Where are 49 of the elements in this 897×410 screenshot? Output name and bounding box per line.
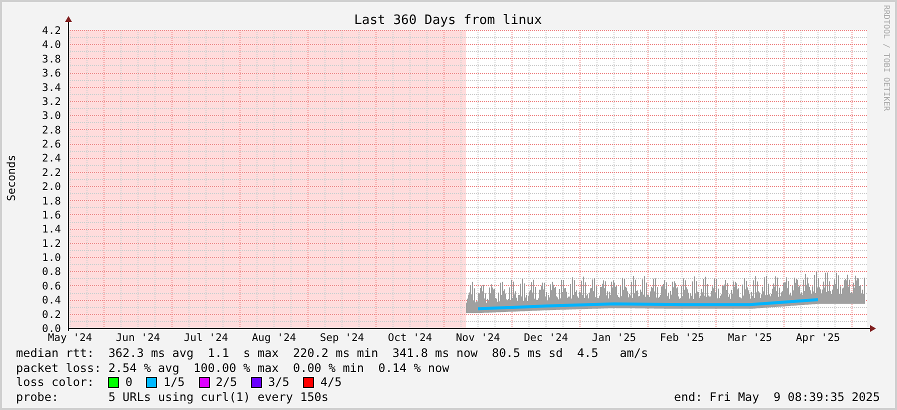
y-tick-label: 1.0 <box>42 252 61 264</box>
y-tick-label: 3.6 <box>42 68 61 80</box>
y-tick-label: 4.0 <box>42 39 61 52</box>
y-tick-label: 3.4 <box>42 82 61 94</box>
legend-label: packet loss: <box>16 360 102 375</box>
y-tick-label: 2.2 <box>42 166 61 179</box>
y-tick-label: 0.8 <box>42 266 61 278</box>
x-tick-label: Aug '24 <box>252 332 296 344</box>
x-tick-label: May '24 <box>48 332 92 344</box>
y-tick-label: 2.4 <box>42 152 61 165</box>
legend-label: 3/5 <box>268 375 290 390</box>
legend-label: 4/5 <box>320 375 342 390</box>
legend-label: 0 <box>125 375 132 390</box>
x-tick-label: Nov '24 <box>456 332 500 344</box>
y-tick-label: 1.8 <box>42 195 61 208</box>
legend-label: loss color: <box>16 375 96 390</box>
x-tick-label: Mar '25 <box>728 332 772 344</box>
y-tick-label: 1.6 <box>42 209 61 222</box>
y-tick-label: 3.2 <box>42 96 61 108</box>
end-time-label: end: Fri May 9 08:39:35 2025 <box>674 390 880 404</box>
legend-label: 1/5 <box>163 375 185 390</box>
credit-text: RRDTOOL / TOBI OETIKER <box>882 5 891 111</box>
y-tick-label: 0.4 <box>42 294 61 307</box>
legend-label: probe: <box>16 390 60 404</box>
x-tick-label: Feb '25 <box>660 332 704 344</box>
y-tick-label: 0.6 <box>42 280 61 292</box>
legend-values: 2.54 % avg 100.00 % max 0.00 % min 0.14 % now <box>108 360 450 375</box>
legend-values: 5 URLs using curl(1) every 150s <box>108 390 329 404</box>
y-tick-label: 1.2 <box>42 238 61 250</box>
x-tick-label: Sep '24 <box>320 332 364 344</box>
legend-values: 362.3 ms avg 1.1 s max 220.2 ms min 341.8 ms now 80.5 ms sd 4.5 am/s <box>108 346 648 360</box>
x-tick-label: Jun '24 <box>116 332 160 344</box>
y-tick-label: 3.0 <box>42 110 61 122</box>
y-tick-label: 2.0 <box>42 181 61 194</box>
x-tick-label: Jul '24 <box>184 332 228 344</box>
legend-label: median rtt: <box>16 346 96 360</box>
y-tick-label: 1.4 <box>42 224 61 236</box>
y-tick-label: 2.6 <box>42 138 61 151</box>
y-tick-label: 3.8 <box>42 53 61 66</box>
y-tick-label: 2.8 <box>42 124 61 136</box>
chart-title: Last 360 Days from linux <box>354 13 542 28</box>
x-tick-label: Apr '25 <box>796 332 840 344</box>
y-tick-label: 0.2 <box>42 308 61 321</box>
x-tick-label: Jan '25 <box>592 332 636 344</box>
x-tick-label: Dec '24 <box>524 332 568 344</box>
y-tick-label: 4.2 <box>42 25 61 37</box>
legend-label: 2/5 <box>216 375 238 390</box>
x-tick-label: Oct '24 <box>388 332 432 344</box>
y-axis-label: Seconds <box>5 154 18 202</box>
